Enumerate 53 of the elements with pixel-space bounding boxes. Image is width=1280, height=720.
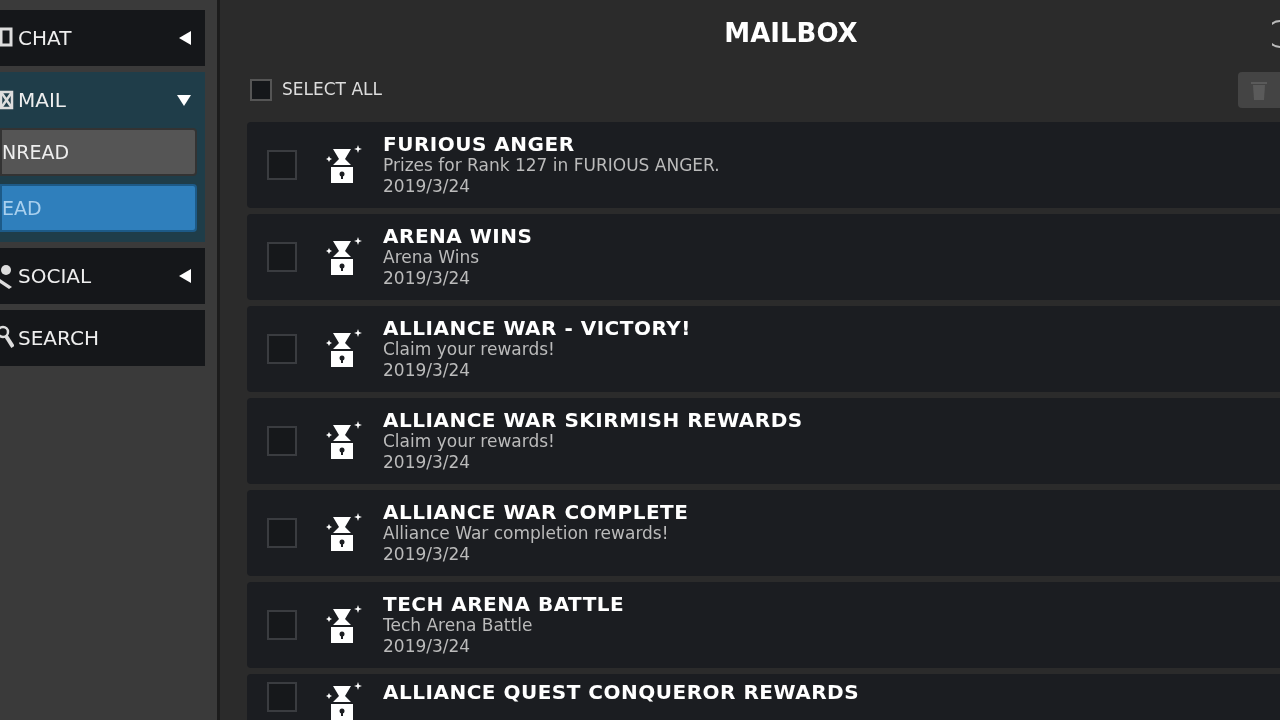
- mail-row[interactable]: ALLIANCE WAR SKIRMISH REWARDS Claim your rewards! 2019/3/24: [247, 398, 1280, 484]
- mail-message: Alliance War completion rewards!: [383, 522, 670, 544]
- sidebar-item[interactable]: SEARCH: [0, 310, 205, 366]
- mail-title: TECH ARENA BATTLE: [383, 593, 625, 615]
- search-icon: [0, 325, 14, 351]
- treasure-chest-icon: [325, 421, 363, 461]
- checkbox[interactable]: [267, 426, 297, 456]
- mail-message: Arena Wins: [383, 246, 481, 268]
- sidebar-item[interactable]: SOCIAL: [0, 248, 205, 304]
- mail-title: ALLIANCE WAR - VICTORY!: [383, 317, 691, 339]
- select-all-checkbox[interactable]: [250, 79, 272, 101]
- treasure-chest-icon: [325, 329, 363, 369]
- sidebar-item[interactable]: CHAT: [0, 10, 205, 66]
- close-icon[interactable]: [1272, 20, 1280, 48]
- mail-row[interactable]: TECH ARENA BATTLE Tech Arena Battle 2019/3/24: [247, 582, 1280, 668]
- sidebar-item[interactable]: MAIL: [0, 72, 205, 128]
- mail-message: Tech Arena Battle: [383, 614, 534, 636]
- mail-date: 2019/3/24: [383, 175, 472, 197]
- checkbox[interactable]: [267, 518, 297, 548]
- mail-date: 2019/3/24: [383, 451, 472, 473]
- mail-message: Claim your rewards!: [383, 338, 556, 360]
- people-icon: [0, 263, 14, 289]
- checkbox[interactable]: [267, 242, 297, 272]
- treasure-chest-icon: [325, 605, 363, 645]
- mail-row[interactable]: FURIOUS ANGER Prizes for Rank 127 in FURIOUS ANGER. 2019/3/24: [247, 122, 1280, 208]
- mail-title: FURIOUS ANGER: [383, 133, 576, 155]
- select-all-label: SELECT ALL: [282, 78, 382, 102]
- sidebar-subitem[interactable]: NREAD: [0, 128, 197, 176]
- mail-title: ALLIANCE WAR SKIRMISH REWARDS: [383, 409, 803, 431]
- mail-title: ARENA WINS: [383, 225, 533, 247]
- mailbox-title: MAILBOX: [724, 16, 858, 50]
- mail-date: 2019/3/24: [383, 267, 472, 289]
- checkbox[interactable]: [267, 150, 297, 180]
- treasure-chest-icon: [325, 513, 363, 553]
- checkbox[interactable]: [267, 334, 297, 364]
- checkbox[interactable]: [267, 682, 297, 712]
- mail-row[interactable]: ALLIANCE QUEST CONQUEROR REWARDS: [247, 674, 1280, 720]
- chat-icon: [0, 27, 14, 49]
- mail-date: 2019/3/24: [383, 635, 472, 657]
- mail-date: 2019/3/24: [383, 543, 472, 565]
- checkbox[interactable]: [267, 610, 297, 640]
- mail-message: Claim your rewards!: [383, 430, 556, 452]
- treasure-chest-icon: [325, 145, 363, 185]
- mail-row[interactable]: ARENA WINS Arena Wins 2019/3/24: [247, 214, 1280, 300]
- mail-date: 2019/3/24: [383, 359, 472, 381]
- treasure-chest-icon: [325, 237, 363, 277]
- mail-title: ALLIANCE WAR COMPLETE: [383, 501, 689, 523]
- mail-row[interactable]: ALLIANCE WAR COMPLETE Alliance War completion rewards! 2019/3/24: [247, 490, 1280, 576]
- treasure-chest-icon: [325, 682, 363, 720]
- mail-row[interactable]: ALLIANCE WAR - VICTORY! Claim your rewards! 2019/3/24: [247, 306, 1280, 392]
- mail-message: Prizes for Rank 127 in FURIOUS ANGER.: [383, 154, 720, 176]
- mail-title: ALLIANCE QUEST CONQUEROR REWARDS: [383, 682, 860, 703]
- envelope-icon: [0, 89, 14, 111]
